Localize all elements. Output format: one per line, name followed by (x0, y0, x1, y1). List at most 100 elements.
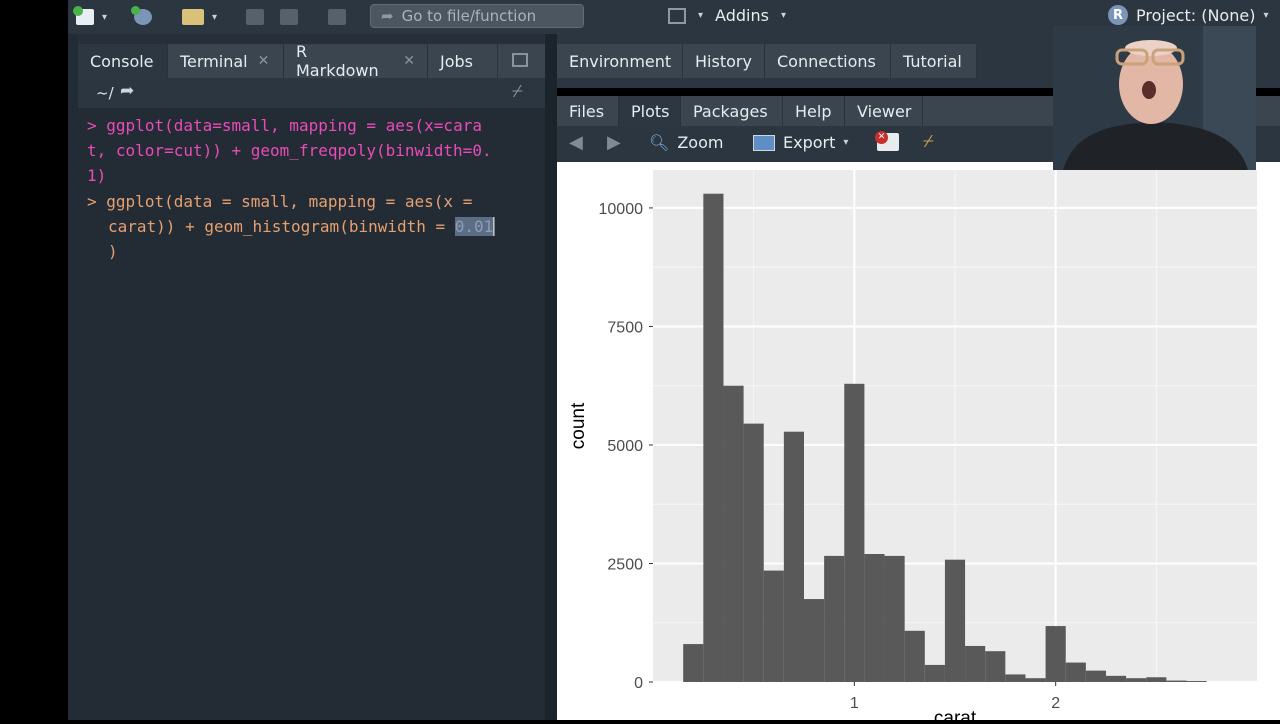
tab-viewer[interactable]: Viewer (845, 96, 923, 126)
y-tick-label: 5000 (607, 438, 643, 455)
magnifier-icon: 🔍︎ (649, 133, 670, 152)
histogram-bar (1146, 677, 1167, 682)
console-line: ) (108, 242, 118, 261)
new-file-button[interactable]: ▾ (73, 6, 107, 28)
tab-plots[interactable]: Plots (619, 96, 681, 126)
save-all-icon (280, 9, 298, 25)
close-icon[interactable]: ✕ (403, 53, 415, 69)
chevron-down-icon: ▾ (843, 137, 849, 148)
console-line: > ggplot(data = small, mapping = aes(x = (87, 192, 473, 211)
tab-r-markdown[interactable]: R Markdown ✕ (284, 42, 428, 80)
remove-plot-icon[interactable]: ✕ (875, 131, 899, 151)
tab-tutorial[interactable]: Tutorial (891, 44, 977, 78)
environment-tabbar: Environment History Connections Tutorial (557, 44, 977, 78)
zoom-label: Zoom (677, 133, 724, 152)
zoom-button[interactable]: 🔍︎ Zoom (649, 133, 723, 152)
tab-label: Help (795, 101, 832, 121)
arrow-right-icon: ➦ (381, 7, 394, 25)
tab-label: Connections (777, 51, 876, 71)
chevron-down-icon: ▾ (780, 10, 786, 21)
histogram-bar (1126, 678, 1147, 682)
tab-label: Environment (569, 51, 672, 71)
tab-label: History (695, 51, 752, 71)
y-tick-label: 0 (634, 675, 643, 692)
tab-label: Tutorial (903, 51, 962, 71)
histogram-bar (783, 431, 804, 682)
goto-file-input[interactable]: ➦ Go to file/function (370, 4, 584, 28)
close-icon[interactable]: ✕ (258, 53, 270, 69)
histogram-bar (904, 630, 925, 682)
tab-packages[interactable]: Packages (681, 96, 783, 126)
broom-icon[interactable]: ⌿ (923, 131, 934, 152)
tab-jobs[interactable]: Jobs (428, 44, 498, 78)
webcam-overlay (1053, 26, 1256, 170)
console-line: carat)) + geom_histogram(binwidth = 0.01… (108, 217, 503, 236)
pane-splitter[interactable] (545, 34, 557, 720)
export-button[interactable]: Export ▾ (753, 133, 848, 152)
save-button[interactable] (246, 6, 264, 28)
tab-label: Files (569, 101, 605, 121)
presenter-image (1053, 26, 1256, 170)
histogram-bar (703, 193, 724, 682)
histogram-bar (723, 385, 744, 682)
save-all-button[interactable] (280, 6, 298, 28)
project-menu[interactable]: R Project: (None) ▾ (1108, 5, 1268, 25)
save-icon (246, 9, 264, 25)
tab-label: Packages (693, 101, 768, 121)
tab-files[interactable]: Files (557, 96, 619, 126)
chevron-down-icon: ▾ (698, 10, 704, 21)
new-project-button[interactable] (131, 6, 152, 28)
x-axis-title: carat (934, 708, 977, 720)
tab-help[interactable]: Help (783, 96, 845, 126)
tab-connections[interactable]: Connections (765, 44, 891, 78)
plot-canvas: 0 2500 5000 7500 10000 1 2 count carat (557, 162, 1280, 724)
chevron-down-icon: ▾ (1263, 9, 1269, 21)
histogram-bar (743, 423, 764, 682)
histogram-bar (864, 554, 885, 682)
tab-history[interactable]: History (683, 44, 765, 78)
export-icon (753, 134, 775, 151)
histogram-bar (763, 570, 784, 682)
maximize-icon[interactable] (512, 53, 528, 67)
new-file-icon (73, 6, 94, 25)
y-tick-label: 2500 (607, 556, 643, 573)
print-button[interactable] (328, 6, 346, 28)
console-output[interactable]: > ggplot(data=small, mapping = aes(x=car… (78, 108, 545, 720)
forward-arrow-icon[interactable]: ▶ (607, 132, 621, 153)
histogram-bar (965, 645, 986, 682)
histogram-bar (1005, 674, 1026, 682)
histogram-bar (844, 383, 865, 682)
arrow-right-icon[interactable]: ➦ (120, 81, 134, 101)
back-arrow-icon[interactable]: ◀ (569, 132, 583, 153)
print-icon (328, 9, 346, 25)
tab-label: Console (90, 51, 154, 71)
histogram-bar (1065, 662, 1086, 682)
histogram-bar (1025, 678, 1046, 682)
tab-environment[interactable]: Environment (557, 44, 683, 78)
histogram-bar (924, 664, 945, 682)
selected-text: 0.01 (454, 217, 494, 236)
tab-terminal[interactable]: Terminal ✕ (168, 44, 284, 78)
tab-console[interactable]: Console (78, 44, 168, 78)
histogram-bar (1186, 681, 1207, 682)
tab-label: Terminal (180, 51, 248, 71)
y-axis-title: count (568, 402, 589, 449)
folder-icon (182, 9, 204, 25)
histogram-bar (1085, 670, 1106, 682)
histogram-bar (683, 644, 704, 682)
addins-menu[interactable]: ▾ Addins ▾ (668, 6, 786, 25)
chevron-down-icon: ▾ (212, 11, 218, 23)
histogram-bar (1166, 680, 1187, 682)
tab-label: Plots (631, 101, 670, 121)
broom-icon[interactable]: ⌿ (512, 81, 523, 102)
y-tick-label: 10000 (599, 201, 644, 218)
histogram-bar (884, 555, 905, 682)
tab-label: Viewer (857, 101, 912, 121)
histogram-bar (804, 599, 825, 682)
console-line: > ggplot(data=small, mapping = aes(x=car… (87, 116, 482, 135)
console-pane: Console Terminal ✕ R Markdown ✕ Jobs ~/ … (78, 34, 545, 720)
open-file-button[interactable]: ▾ (182, 6, 217, 28)
y-tick-label: 7500 (607, 319, 643, 336)
histogram-chart: 0 2500 5000 7500 10000 1 2 count carat (568, 170, 1257, 724)
files-plots-pane: Files Plots Packages Help Viewer ◀ ▶ 🔍︎ … (557, 96, 1280, 724)
